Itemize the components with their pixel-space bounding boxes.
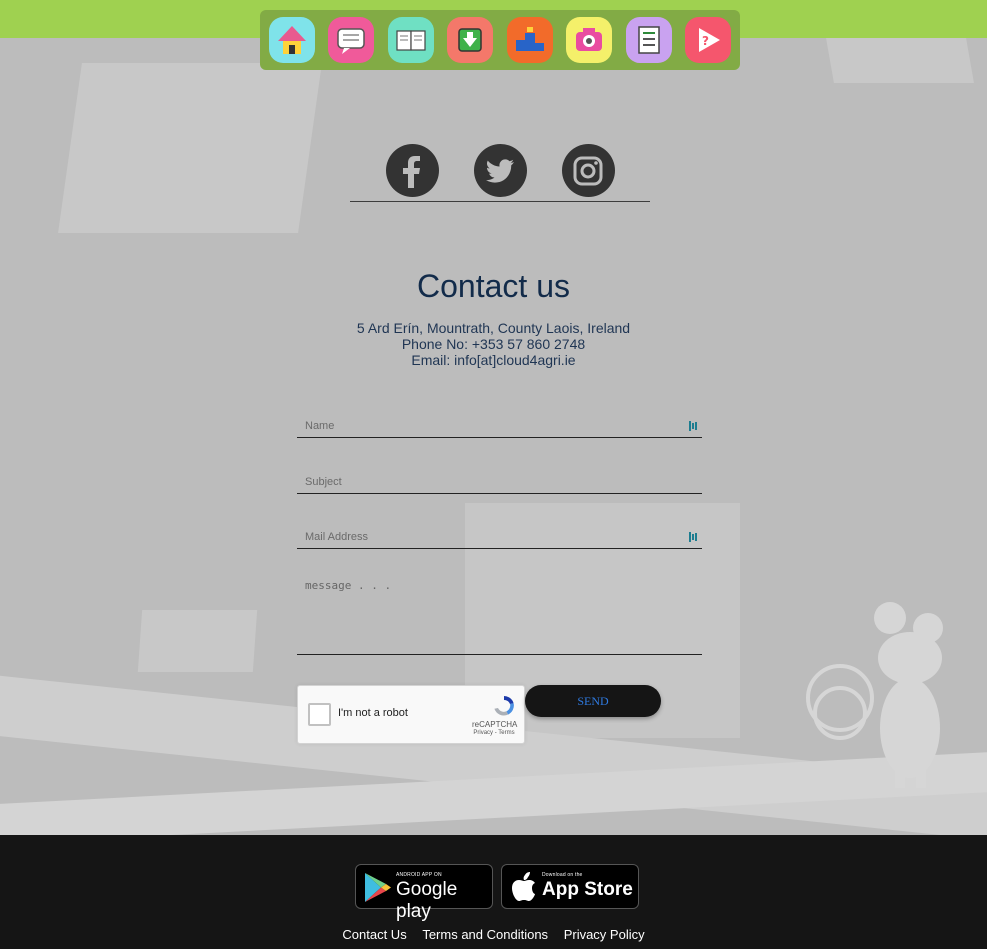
video-app-icon[interactable]: ? (685, 17, 732, 63)
app-store-small: Download on the (542, 872, 583, 878)
google-play-icon (365, 873, 391, 902)
social-links (350, 144, 650, 202)
google-play-small: ANDROID APP ON (396, 872, 442, 878)
name-field (297, 415, 702, 438)
background-shape (826, 38, 974, 83)
captcha-brand: reCAPTCHA (472, 720, 518, 729)
background-shape (58, 63, 322, 233)
podium-app-icon[interactable] (506, 17, 553, 63)
camera-app-icon[interactable] (566, 17, 613, 63)
download-app-icon[interactable] (447, 17, 494, 63)
phone-text: Phone No: +353 57 860 2748 (401, 336, 586, 352)
apple-icon (512, 872, 535, 901)
email-text: Email: info[at]cloud4agri.ie (411, 352, 576, 368)
autofill-icon[interactable] (689, 531, 698, 543)
message-field (297, 573, 702, 655)
contact-details: 5 Ard Erín, Mountrath, County Laois, Ire… (0, 320, 987, 368)
subject-field (297, 471, 702, 494)
captcha-terms[interactable]: Privacy - Terms (472, 730, 516, 736)
google-play-badge[interactable]: ANDROID APP ON Google play (355, 864, 493, 922)
reader-app-icon[interactable] (387, 17, 434, 63)
mail-input[interactable] (297, 526, 702, 548)
footer-link-contact[interactable]: Contact Us (342, 927, 406, 942)
subject-input[interactable] (297, 471, 702, 493)
footer-links: Contact Us Terms and Conditions Privacy … (0, 927, 987, 942)
background-shape (137, 610, 258, 672)
chat-app-icon[interactable] (328, 17, 375, 63)
app-nav-bar: ? (260, 10, 740, 70)
footer-link-terms[interactable]: Terms and Conditions (422, 927, 548, 942)
recaptcha-icon (494, 696, 514, 716)
name-input[interactable] (297, 415, 702, 437)
svg-text:?: ? (702, 34, 709, 48)
facebook-icon[interactable] (385, 144, 439, 197)
page-title: Contact us (417, 268, 570, 304)
captcha-checkbox[interactable] (308, 703, 331, 726)
footer: ANDROID APP ON Google play Download on t… (0, 835, 987, 949)
app-store-big: App Store (542, 879, 633, 900)
app-store-badge[interactable]: Download on the App Store (501, 864, 639, 909)
google-play-big: Google play (396, 879, 458, 922)
send-button[interactable]: SEND (525, 685, 661, 717)
mouse-illustration (806, 602, 943, 788)
instagram-icon[interactable] (561, 144, 615, 197)
message-input[interactable] (297, 573, 702, 653)
recaptcha-widget: I'm not a robot reCAPTCHA Privacy - Term… (297, 685, 525, 744)
home-app-icon[interactable] (268, 17, 315, 63)
address-text: 5 Ard Erín, Mountrath, County Laois, Ire… (356, 320, 631, 336)
captcha-label: I'm not a robot (338, 707, 408, 719)
checklist-app-icon[interactable] (625, 17, 672, 63)
footer-link-privacy[interactable]: Privacy Policy (564, 927, 645, 942)
mail-field (297, 526, 702, 549)
twitter-icon[interactable] (473, 144, 527, 197)
autofill-icon[interactable] (689, 420, 698, 432)
